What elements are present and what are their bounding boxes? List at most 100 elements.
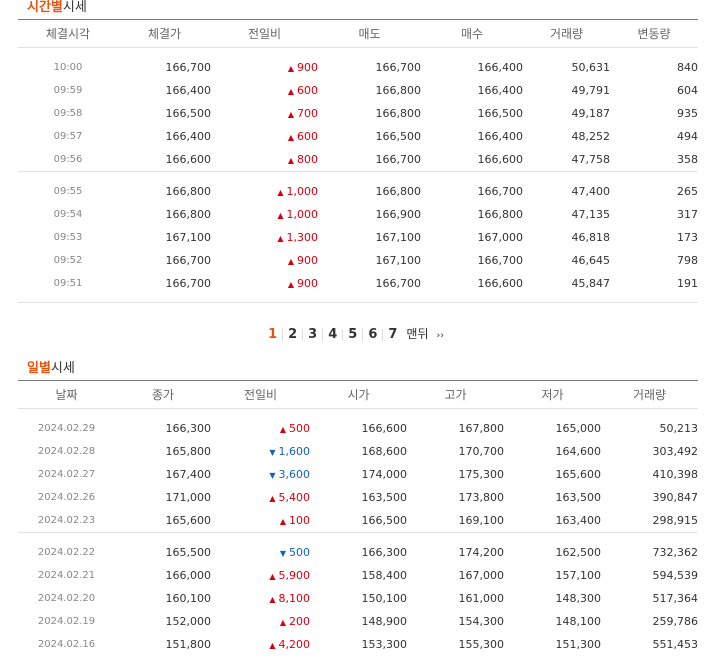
diff-cell: ▲ 700 bbox=[211, 102, 318, 125]
row-spacer bbox=[18, 409, 698, 418]
low-cell: 162,500 bbox=[555, 546, 602, 559]
close-cell: 151,800 bbox=[165, 638, 212, 651]
diff-value: 4,200 bbox=[278, 638, 311, 651]
ask-cell: 166,800 bbox=[375, 107, 422, 120]
bid-cell: 166,400 bbox=[477, 61, 524, 74]
date-cell: 2024.02.19 bbox=[37, 616, 96, 627]
ask-cell: 167,100 bbox=[375, 254, 422, 267]
last-page-link[interactable]: 맨뒤 bbox=[402, 327, 432, 341]
pagination: 1 2 3 4 5 6 7 맨뒤 ›› bbox=[0, 325, 707, 342]
col-header-ask: 매도 bbox=[358, 27, 381, 41]
triangle-down-icon: ▼ bbox=[279, 549, 286, 558]
col-header-date: 날짜 bbox=[55, 388, 78, 402]
close-cell: 165,600 bbox=[165, 514, 212, 527]
change-cell: 358 bbox=[677, 153, 698, 166]
double-chevron-right-icon[interactable]: ›› bbox=[433, 331, 444, 341]
page-link-7[interactable]: 7 bbox=[383, 328, 402, 341]
open-cell: 166,300 bbox=[361, 546, 408, 559]
change-cell: 840 bbox=[677, 61, 698, 74]
page-link-3[interactable]: 3 bbox=[303, 328, 324, 341]
row-spacer-cell bbox=[18, 409, 698, 418]
diff-value: 700 bbox=[297, 107, 318, 120]
change-cell: 191 bbox=[677, 277, 698, 290]
table-row: 2024.02.22 165,500 ▼ 500 166,300 174,200 162,5… bbox=[18, 541, 698, 564]
price-cell: 166,800 bbox=[165, 185, 212, 198]
date-cell: 2024.02.16 bbox=[37, 639, 96, 650]
time-cell: 10:00 bbox=[53, 62, 83, 73]
col-header-open: 시가 bbox=[347, 388, 370, 402]
date-cell: 2024.02.27 bbox=[37, 469, 96, 480]
price-cell: 166,400 bbox=[165, 84, 212, 97]
close-cell: 160,100 bbox=[165, 592, 212, 605]
volume-cell: 410,398 bbox=[652, 468, 699, 481]
volume-cell: 46,645 bbox=[571, 254, 611, 267]
low-cell: 163,400 bbox=[555, 514, 602, 527]
diff-cell: ▲ 900 bbox=[211, 56, 318, 79]
diff-value: 100 bbox=[289, 514, 310, 527]
triangle-up-icon: ▲ bbox=[287, 280, 294, 289]
change-cell: 798 bbox=[677, 254, 698, 267]
diff-cell: ▲ 1,300 bbox=[211, 226, 318, 249]
volume-cell: 49,187 bbox=[571, 107, 611, 120]
high-cell: 170,700 bbox=[458, 445, 505, 458]
volume-cell: 594,539 bbox=[652, 569, 699, 582]
diff-value: 600 bbox=[297, 84, 318, 97]
volume-cell: 45,847 bbox=[571, 277, 611, 290]
table-row: 2024.02.29 166,300 ▲ 500 166,600 167,800 165,0… bbox=[18, 417, 698, 440]
table-row: 2024.02.26 171,000 ▲ 5,400 163,500 173,800 163… bbox=[18, 486, 698, 509]
page-link-4[interactable]: 4 bbox=[323, 328, 344, 341]
bid-cell: 166,700 bbox=[477, 254, 524, 267]
table-row: 09:55 166,800 ▲ 1,000 166,800 166,700 47,400 26… bbox=[18, 180, 698, 203]
page-link-6[interactable]: 6 bbox=[363, 328, 384, 341]
page-link-2[interactable]: 2 bbox=[283, 328, 304, 341]
change-cell: 173 bbox=[677, 231, 698, 244]
bid-cell: 166,800 bbox=[477, 208, 524, 221]
open-cell: 168,600 bbox=[361, 445, 408, 458]
daily-section-title-rest: 시세 bbox=[50, 361, 75, 376]
table-row: 2024.02.27 167,400 ▼ 3,600 174,000 175,300 165… bbox=[18, 463, 698, 486]
diff-value: 800 bbox=[297, 153, 318, 166]
diff-value: 1,000 bbox=[286, 185, 319, 198]
diff-value: 900 bbox=[297, 277, 318, 290]
open-cell: 174,000 bbox=[361, 468, 408, 481]
bid-cell: 166,600 bbox=[477, 153, 524, 166]
diff-cell: ▲ 1,000 bbox=[211, 180, 318, 203]
close-cell: 165,500 bbox=[165, 546, 212, 559]
low-cell: 164,600 bbox=[555, 445, 602, 458]
table-row: 09:51 166,700 ▲ 900 166,700 166,600 45,847 191 bbox=[18, 272, 698, 295]
table-row: 2024.02.23 165,600 ▲ 100 166,500 169,100 163,4… bbox=[18, 509, 698, 533]
triangle-up-icon: ▲ bbox=[287, 133, 294, 142]
open-cell: 166,600 bbox=[361, 422, 408, 435]
triangle-up-icon: ▲ bbox=[269, 595, 276, 604]
open-cell: 163,500 bbox=[361, 491, 408, 504]
triangle-up-icon: ▲ bbox=[277, 188, 284, 197]
price-cell: 166,600 bbox=[165, 153, 212, 166]
diff-value: 900 bbox=[297, 254, 318, 267]
diff-cell: ▲ 200 bbox=[211, 610, 310, 633]
price-cell: 166,400 bbox=[165, 130, 212, 143]
open-cell: 150,100 bbox=[361, 592, 408, 605]
col-header-high: 고가 bbox=[444, 388, 467, 402]
time-section-title: 시간별시세 bbox=[27, 0, 87, 15]
high-cell: 173,800 bbox=[458, 491, 505, 504]
page-link-1[interactable]: 1 bbox=[263, 328, 284, 341]
triangle-down-icon: ▼ bbox=[269, 448, 276, 457]
time-section-title-rest: 시세 bbox=[62, 0, 87, 15]
col-header-diff: 전일비 bbox=[243, 388, 278, 402]
table-row: 2024.02.19 152,000 ▲ 200 148,900 154,300 148,1… bbox=[18, 610, 698, 633]
time-cell: 09:53 bbox=[53, 232, 83, 243]
triangle-up-icon: ▲ bbox=[277, 211, 284, 220]
table-row: 09:52 166,700 ▲ 900 167,100 166,700 46,645 798 bbox=[18, 249, 698, 272]
price-cell: 166,500 bbox=[165, 107, 212, 120]
triangle-up-icon: ▲ bbox=[287, 64, 294, 73]
ask-cell: 167,100 bbox=[375, 231, 422, 244]
high-cell: 154,300 bbox=[458, 615, 505, 628]
table-row: 09:54 166,800 ▲ 1,000 166,900 166,800 47,135 31… bbox=[18, 203, 698, 226]
diff-value: 1,300 bbox=[286, 231, 319, 244]
triangle-up-icon: ▲ bbox=[287, 87, 294, 96]
time-cell: 09:58 bbox=[53, 108, 83, 119]
page-link-5[interactable]: 5 bbox=[343, 328, 364, 341]
ask-cell: 166,700 bbox=[375, 153, 422, 166]
diff-value: 1,000 bbox=[286, 208, 319, 221]
volume-cell: 50,631 bbox=[571, 61, 611, 74]
